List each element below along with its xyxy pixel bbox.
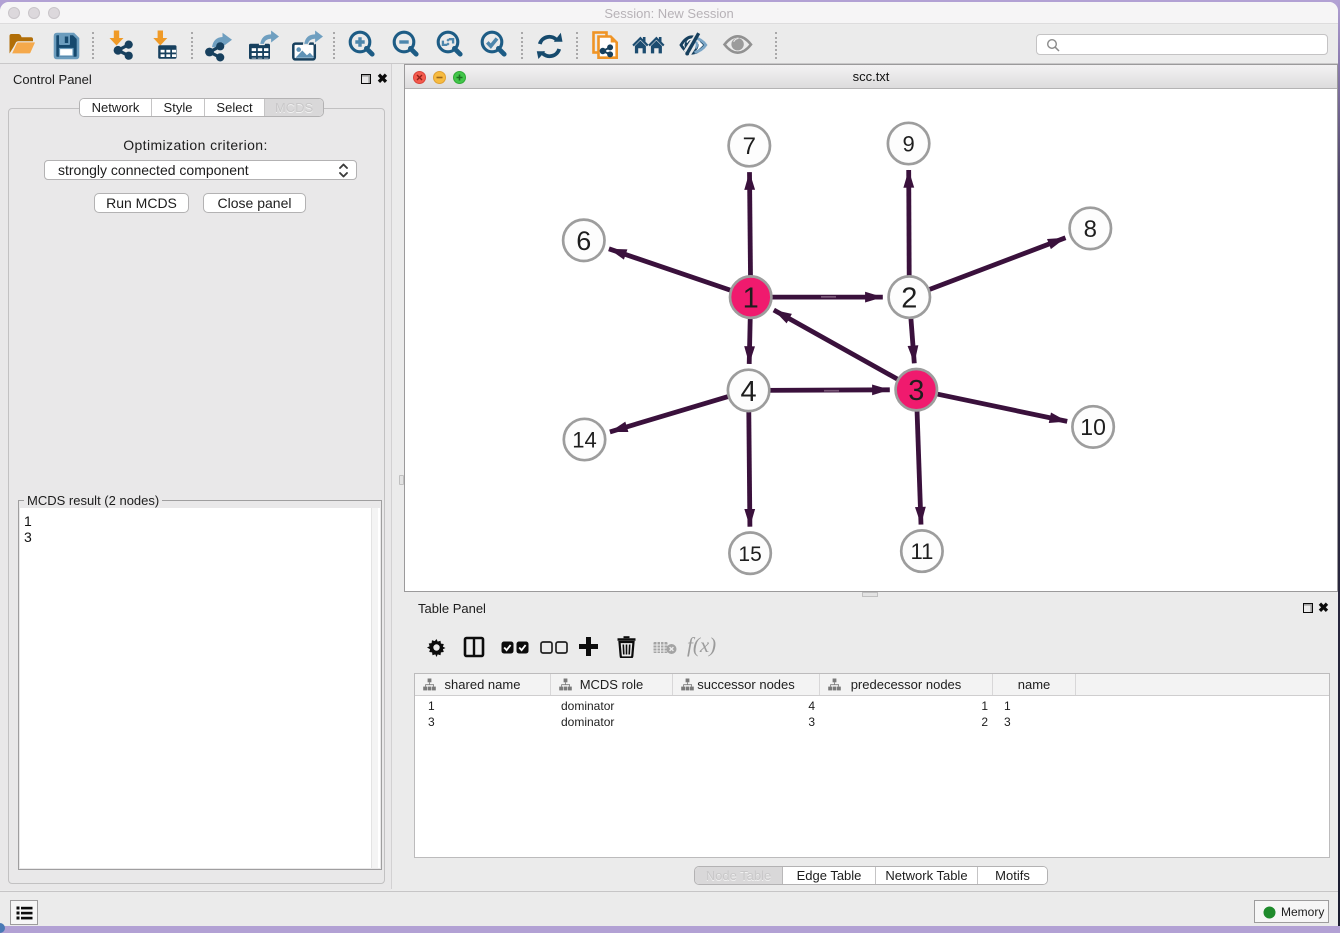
svg-text:10: 10 (1080, 414, 1106, 440)
svg-text:4: 4 (741, 376, 757, 408)
svg-text:11: 11 (910, 539, 933, 564)
svg-text:7: 7 (743, 133, 756, 160)
svg-text:2: 2 (901, 283, 917, 315)
svg-text:15: 15 (738, 543, 761, 566)
svg-text:9: 9 (902, 131, 914, 156)
svg-text:8: 8 (1084, 216, 1097, 243)
svg-text:3: 3 (908, 375, 924, 407)
svg-text:14: 14 (572, 427, 596, 452)
svg-text:6: 6 (576, 226, 591, 256)
svg-text:1: 1 (743, 283, 759, 315)
